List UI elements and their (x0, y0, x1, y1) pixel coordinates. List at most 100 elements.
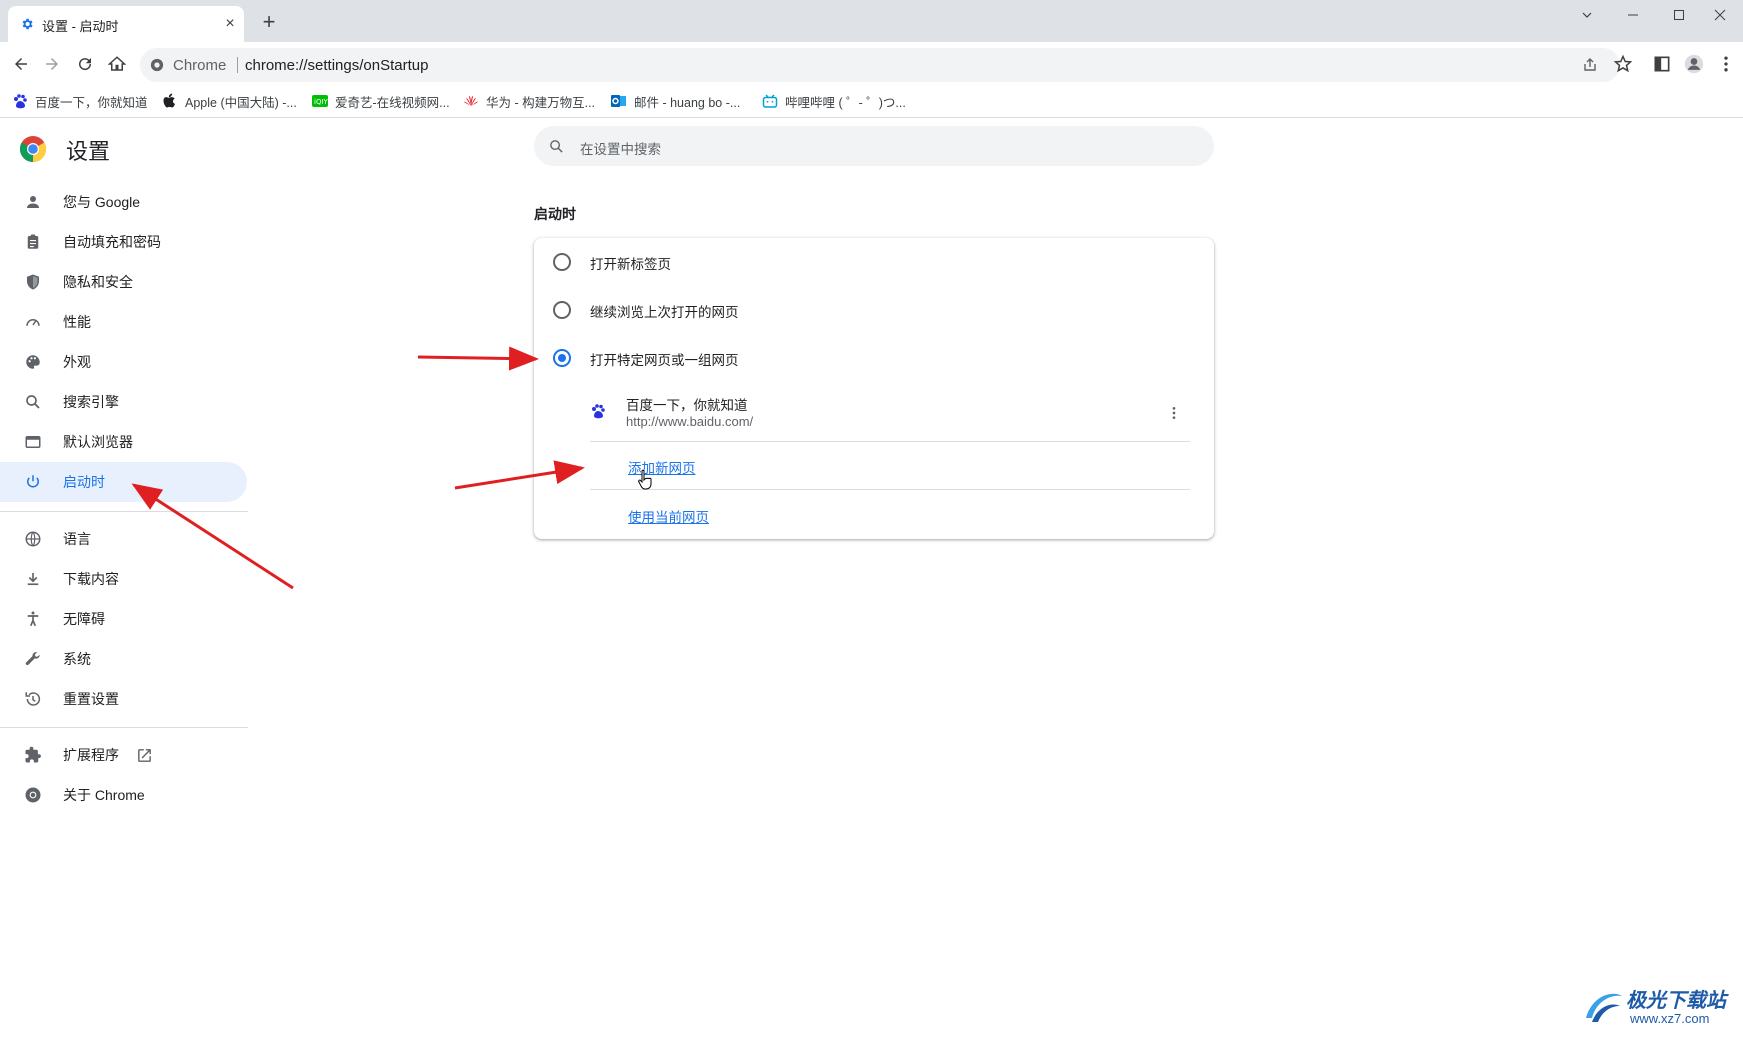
back-button[interactable] (9, 52, 33, 76)
forward-button[interactable] (40, 52, 64, 76)
sidebar-item-on-startup[interactable]: 启动时 (0, 462, 247, 502)
reload-button[interactable] (73, 52, 97, 76)
accessibility-icon (23, 609, 43, 629)
bookmark-item[interactable]: 华为 - 构建万物互... (463, 91, 595, 111)
huawei-icon (464, 96, 478, 106)
home-button[interactable] (105, 52, 129, 76)
home-icon (108, 56, 126, 71)
sidebar-item-label: 关于 Chrome (63, 787, 145, 803)
bookmark-label: 爱奇艺-在线视频网... (335, 95, 450, 110)
share-icon[interactable] (1582, 57, 1598, 73)
watermark-logo: 极光下载站 www.xz7.com (1582, 984, 1737, 1030)
maximize-button[interactable] (1656, 0, 1702, 30)
tab-strip: 设置 - 启动时 × + (0, 0, 1743, 42)
baidu-paw-icon (592, 404, 605, 419)
sidebar-item-label: 扩展程序 (63, 747, 119, 763)
apple-icon (163, 93, 175, 108)
sidebar-item-system[interactable]: 系统 (0, 639, 247, 679)
sidebar-item-label: 下载内容 (63, 571, 119, 587)
more-menu-icon[interactable] (1716, 54, 1736, 74)
sidebar-item-you-and-google[interactable]: 您与 Google (0, 182, 247, 222)
history-icon (23, 689, 43, 709)
bookmark-item[interactable]: 哔哩哔哩 ( ゜- ゜)つ... (762, 91, 906, 111)
new-tab-button[interactable]: + (258, 11, 280, 34)
bookmark-item[interactable]: Apple (中国大陆) -... (162, 91, 297, 111)
sidebar-item-label: 外观 (63, 354, 91, 370)
wrench-icon (23, 649, 43, 669)
baidu-paw-icon (14, 94, 27, 109)
settings-search[interactable]: 在设置中搜索 (534, 126, 1214, 166)
radio-option-new-tab[interactable]: 打开新标签页 (534, 238, 1214, 286)
sidebar-item-autofill[interactable]: 自动填充和密码 (0, 222, 247, 262)
bookmark-item[interactable]: 百度一下，你就知道 (12, 91, 148, 111)
bookmark-label: Apple (中国大陆) -... (185, 95, 297, 110)
watermark-url: www.xz7.com (1630, 1011, 1710, 1026)
browser-window-icon (23, 432, 43, 452)
sidebar-item-label: 自动填充和密码 (63, 234, 161, 250)
startup-page-url: http://www.baidu.com/ (626, 414, 754, 429)
reload-icon (79, 58, 92, 71)
sidebar-item-privacy[interactable]: 隐私和安全 (0, 262, 247, 302)
sidebar-item-accessibility[interactable]: 无障碍 (0, 599, 247, 639)
clipboard-icon (23, 232, 43, 252)
svg-text:iQIY: iQIY (314, 98, 328, 106)
tab-title: 设置 - 启动时 (42, 19, 119, 34)
tab-search-chevron-icon[interactable] (1564, 0, 1610, 30)
sidebar-item-extensions[interactable]: 扩展程序 (0, 735, 247, 775)
bookmark-item[interactable]: 邮件 - huang bo -... (611, 91, 740, 111)
profile-avatar-icon[interactable] (1684, 54, 1704, 74)
active-tab[interactable]: 设置 - 启动时 × (8, 6, 244, 42)
radio-label: 继续浏览上次打开的网页 (590, 305, 739, 320)
address-bar[interactable]: Chrome chrome://settings/onStartup (140, 48, 1620, 82)
sidebar-item-label: 重置设置 (63, 691, 119, 707)
sidebar-item-performance[interactable]: 性能 (0, 302, 247, 342)
side-panel-icon[interactable] (1652, 54, 1672, 74)
use-current-row: 使用当前网页 (590, 490, 1190, 538)
use-current-pages-link[interactable]: 使用当前网页 (628, 506, 709, 526)
radio-label: 打开特定网页或一组网页 (590, 353, 739, 368)
search-icon (550, 140, 563, 153)
sidebar-item-label: 搜索引擎 (63, 394, 119, 410)
puzzle-icon (23, 745, 43, 765)
open-in-new-icon (138, 748, 151, 762)
globe-icon (23, 529, 43, 549)
startup-page-title: 百度一下，你就知道 (626, 398, 748, 413)
radio-button-selected[interactable] (553, 349, 571, 367)
page-title: 设置 (66, 139, 111, 164)
section-title: 启动时 (534, 206, 576, 222)
add-new-page-link[interactable]: 添加新网页 (628, 457, 696, 477)
radio-option-continue[interactable]: 继续浏览上次打开的网页 (534, 286, 1214, 334)
bookmark-star-icon[interactable] (1613, 54, 1633, 74)
radio-button[interactable] (553, 301, 571, 319)
aurora-logo-icon (1586, 993, 1622, 1022)
tab-close-icon[interactable]: × (220, 14, 240, 34)
close-window-button[interactable] (1697, 0, 1743, 30)
power-icon (23, 472, 43, 492)
sidebar-item-downloads[interactable]: 下载内容 (0, 559, 247, 599)
more-vert-icon[interactable] (1162, 401, 1186, 425)
sidebar-item-label: 无障碍 (63, 611, 105, 627)
bookmark-label: 邮件 - huang bo -... (634, 95, 741, 110)
sidebar-item-about-chrome[interactable]: 关于 Chrome (0, 775, 247, 815)
bookmark-label: 华为 - 构建万物互... (486, 95, 596, 110)
annotation-arrow (417, 346, 539, 371)
sidebar-item-search-engine[interactable]: 搜索引擎 (0, 382, 247, 422)
search-input[interactable]: 在设置中搜索 (580, 138, 661, 158)
sidebar-item-label: 隐私和安全 (63, 274, 133, 290)
add-page-row: 添加新网页 (590, 441, 1190, 489)
url-text[interactable]: chrome://settings/onStartup (245, 57, 428, 74)
shield-icon (23, 272, 43, 292)
sidebar-item-label: 系统 (63, 651, 91, 667)
bookmark-item[interactable]: iQIY 爱奇艺-在线视频网... (312, 91, 450, 111)
sidebar-item-languages[interactable]: 语言 (0, 519, 247, 559)
minimize-button[interactable] (1610, 0, 1656, 30)
sidebar-item-appearance[interactable]: 外观 (0, 342, 247, 382)
bookmark-label: 百度一下，你就知道 (35, 95, 148, 110)
radio-option-specific-pages[interactable]: 打开特定网页或一组网页 (534, 334, 1214, 382)
radio-button[interactable] (553, 253, 571, 271)
sidebar-item-label: 启动时 (63, 474, 105, 490)
sidebar-item-label: 您与 Google (63, 194, 141, 210)
sidebar-item-default-browser[interactable]: 默认浏览器 (0, 422, 247, 462)
sidebar-item-reset[interactable]: 重置设置 (0, 679, 247, 719)
bookmarks-bar: 百度一下，你就知道 Apple (中国大陆) -... iQIY 爱奇艺-在线视… (0, 86, 1743, 118)
